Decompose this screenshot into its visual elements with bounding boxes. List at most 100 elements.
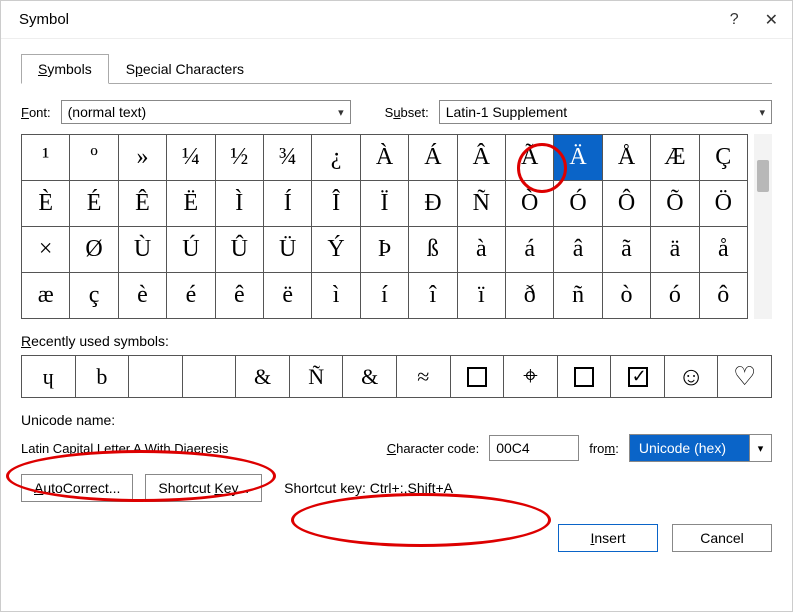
char-cell[interactable]: ç [70,273,118,319]
char-cell[interactable]: ä [651,227,699,273]
tab-special-characters[interactable]: Special Characters [109,54,261,84]
char-cell[interactable]: È [22,181,70,227]
insert-button[interactable]: Insert [558,524,658,552]
char-cell[interactable]: ó [651,273,699,319]
subset-label: Subset: [385,105,429,120]
char-cell[interactable]: Ê [119,181,167,227]
recent-cell[interactable]: b [76,356,130,398]
char-cell[interactable]: é [167,273,215,319]
tab-symbols[interactable]: Symbols [21,54,109,84]
char-cell[interactable]: à [458,227,506,273]
recent-cell[interactable]: ⌖ [504,356,558,398]
char-cell[interactable]: Ù [119,227,167,273]
char-cell[interactable]: Ý [312,227,360,273]
char-cell[interactable]: » [119,135,167,181]
from-combo[interactable]: Unicode (hex) ▾ [629,434,772,462]
char-cell[interactable]: Î [312,181,360,227]
recent-cell[interactable] [183,356,237,398]
char-cell[interactable]: ë [264,273,312,319]
char-cell[interactable]: Â [458,135,506,181]
char-cell[interactable]: Æ [651,135,699,181]
char-cell[interactable]: ð [506,273,554,319]
recent-cell[interactable]: ɥ [22,356,76,398]
recent-cell[interactable] [129,356,183,398]
char-cell[interactable]: í [361,273,409,319]
recent-cell[interactable]: ☺ [665,356,719,398]
char-cell[interactable]: Ã [506,135,554,181]
char-cell[interactable]: ñ [554,273,602,319]
shortcut-key-text: Shortcut key: Ctrl+:,Shift+A [284,480,453,496]
char-cell[interactable]: Ì [216,181,264,227]
char-cell[interactable]: Ï [361,181,409,227]
unicode-name-label: Unicode name: [21,412,772,428]
titlebar: Symbol ? ✕ [1,1,792,39]
char-cell[interactable]: Û [216,227,264,273]
char-cell[interactable]: × [22,227,70,273]
char-cell[interactable]: ¼ [167,135,215,181]
autocorrect-button[interactable]: AutoCorrect... [21,474,133,502]
recent-cell[interactable]: ≈ [397,356,451,398]
char-code-input[interactable]: 00C4 [489,435,579,461]
char-cell[interactable]: Ñ [458,181,506,227]
recent-grid[interactable]: ɥb&Ñ&≈⌖☺♡ [21,355,772,398]
grid-scrollbar[interactable] [754,134,772,319]
char-cell[interactable]: ï [458,273,506,319]
recent-label: Recently used symbols: [21,333,772,349]
char-cell[interactable]: Ë [167,181,215,227]
char-cell[interactable]: Ç [700,135,748,181]
char-cell[interactable]: ã [603,227,651,273]
char-cell[interactable]: Ð [409,181,457,227]
scrollbar-thumb[interactable] [757,160,769,192]
font-combo[interactable]: (normal text) ▾ [61,100,351,124]
subset-combo[interactable]: Latin-1 Supplement ▾ [439,100,772,124]
char-cell[interactable]: É [70,181,118,227]
recent-cell[interactable] [611,356,665,398]
char-cell[interactable]: ì [312,273,360,319]
char-cell[interactable]: Ü [264,227,312,273]
close-icon[interactable]: ✕ [765,10,778,30]
char-cell[interactable]: Ä [554,135,602,181]
char-cell[interactable]: Í [264,181,312,227]
char-cell[interactable]: Ó [554,181,602,227]
recent-cell[interactable]: & [236,356,290,398]
recent-cell[interactable] [558,356,612,398]
char-cell[interactable]: Ø [70,227,118,273]
recent-cell[interactable]: & [343,356,397,398]
recent-cell[interactable]: Ñ [290,356,344,398]
char-cell[interactable]: ß [409,227,457,273]
character-grid[interactable]: ¹º»¼½¾¿ÀÁÂÃÄÅÆÇ ÈÉÊËÌÍÎÏÐÑÒÓÔÕÖ ×ØÙÚÛÜÝÞßà… [21,134,748,319]
char-cell[interactable]: º [70,135,118,181]
char-cell[interactable]: ê [216,273,264,319]
char-cell[interactable]: Á [409,135,457,181]
char-cell[interactable]: ¾ [264,135,312,181]
recent-cell[interactable] [451,356,505,398]
square-icon [574,367,594,387]
recent-cell[interactable]: ♡ [718,356,772,398]
char-cell[interactable]: ô [700,273,748,319]
char-cell[interactable]: á [506,227,554,273]
font-label: Font: [21,105,51,120]
from-label: from: [589,441,619,456]
cancel-button[interactable]: Cancel [672,524,772,552]
char-cell[interactable]: Ö [700,181,748,227]
char-cell[interactable]: æ [22,273,70,319]
font-value: (normal text) [68,104,147,120]
char-cell[interactable]: å [700,227,748,273]
char-cell[interactable]: Å [603,135,651,181]
char-cell[interactable]: À [361,135,409,181]
char-cell[interactable]: è [119,273,167,319]
help-icon[interactable]: ? [730,11,739,29]
char-cell[interactable]: Þ [361,227,409,273]
char-cell[interactable]: Ú [167,227,215,273]
char-cell[interactable]: ò [603,273,651,319]
char-cell[interactable]: Õ [651,181,699,227]
shortcut-key-button[interactable]: Shortcut Key... [145,474,262,502]
char-cell[interactable]: Ô [603,181,651,227]
char-cell[interactable]: î [409,273,457,319]
char-cell[interactable]: Ò [506,181,554,227]
char-cell[interactable]: ¹ [22,135,70,181]
char-cell[interactable]: â [554,227,602,273]
tab-strip: Symbols Special Characters [21,53,772,84]
char-cell[interactable]: ¿ [312,135,360,181]
char-cell[interactable]: ½ [216,135,264,181]
